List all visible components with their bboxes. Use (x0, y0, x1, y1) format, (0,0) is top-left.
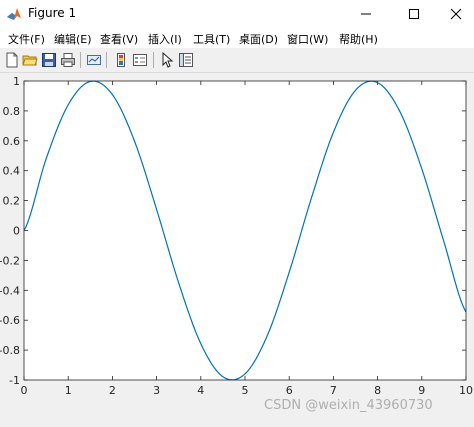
menu-tools[interactable]: 工具(T) (193, 31, 230, 47)
axes[interactable]: 0 1 2 3 4 5 6 7 8 9 10 1 0.8 0.6 0.4 0.2 0 -0.2 -0.4 -0.6 -0… (0, 73, 474, 427)
maximize-button[interactable] (396, 0, 432, 28)
y-tick-label: 0.4 (3, 165, 21, 178)
close-button[interactable] (438, 0, 474, 28)
y-tick-label: 0.6 (3, 135, 21, 148)
x-tick-label: 10 (459, 384, 473, 397)
minimize-icon (361, 13, 371, 15)
menu-help[interactable]: 帮助(H) (339, 31, 378, 47)
x-tick-label: 5 (242, 384, 249, 397)
x-tick-label: 1 (65, 384, 72, 397)
x-tick-label: 3 (153, 384, 160, 397)
insert-legend-icon[interactable] (132, 52, 148, 68)
y-tick-label: 0.8 (3, 105, 21, 118)
x-tick-label: 8 (374, 384, 381, 397)
y-tick-label: -0.2 (0, 254, 20, 267)
y-tick-label: -0.4 (0, 284, 20, 297)
y-tick-label: 1 (13, 75, 20, 88)
x-tick-label: 9 (418, 384, 425, 397)
menu-bar: 文件(F) 编辑(E) 查看(V) 插入(I) 工具(T) 桌面(D) 窗口(W… (0, 28, 474, 48)
link-plot-icon[interactable] (86, 52, 102, 68)
print-icon[interactable] (60, 52, 76, 68)
menu-desktop[interactable]: 桌面(D) (239, 31, 278, 47)
toolbar-separator (153, 52, 154, 68)
open-file-icon[interactable] (22, 52, 38, 68)
menu-window[interactable]: 窗口(W) (287, 31, 328, 47)
edit-plot-icon[interactable] (159, 52, 175, 68)
x-tick-label: 0 (21, 384, 28, 397)
minimize-button[interactable] (348, 0, 384, 28)
toolbar-separator (80, 52, 81, 68)
matlab-logo-icon (7, 8, 21, 20)
x-tick-label: 7 (330, 384, 337, 397)
title-bar: Figure 1 (0, 0, 474, 28)
figure-canvas: 0 1 2 3 4 5 6 7 8 9 10 1 0.8 0.6 0.4 0.2 0 -0.2 -0.4 -0.6 -0… (0, 73, 474, 427)
insert-colorbar-icon[interactable] (113, 52, 129, 68)
x-tick-label: 6 (286, 384, 293, 397)
y-tick-label: 0.2 (3, 195, 21, 208)
window-title: Figure 1 (28, 6, 77, 20)
menu-edit[interactable]: 编辑(E) (54, 31, 92, 47)
close-icon (450, 8, 462, 20)
menu-insert[interactable]: 插入(I) (148, 31, 182, 47)
y-tick-label: -0.6 (0, 314, 20, 327)
toolbar-separator (106, 52, 107, 68)
menu-view[interactable]: 查看(V) (100, 31, 138, 47)
maximize-icon (409, 9, 419, 19)
menu-file[interactable]: 文件(F) (8, 31, 45, 47)
y-tick-label: 0 (13, 225, 20, 238)
save-icon[interactable] (41, 52, 57, 68)
y-tick-label: -1 (9, 374, 20, 387)
axes-background (24, 81, 466, 380)
x-tick-label: 4 (197, 384, 204, 397)
new-figure-icon[interactable] (4, 52, 20, 68)
x-tick-label: 2 (109, 384, 116, 397)
toolbar (0, 48, 474, 73)
y-tick-label: -0.8 (0, 344, 20, 357)
watermark: CSDN @weixin_43960730 (264, 398, 433, 413)
property-inspector-icon[interactable] (178, 52, 194, 68)
